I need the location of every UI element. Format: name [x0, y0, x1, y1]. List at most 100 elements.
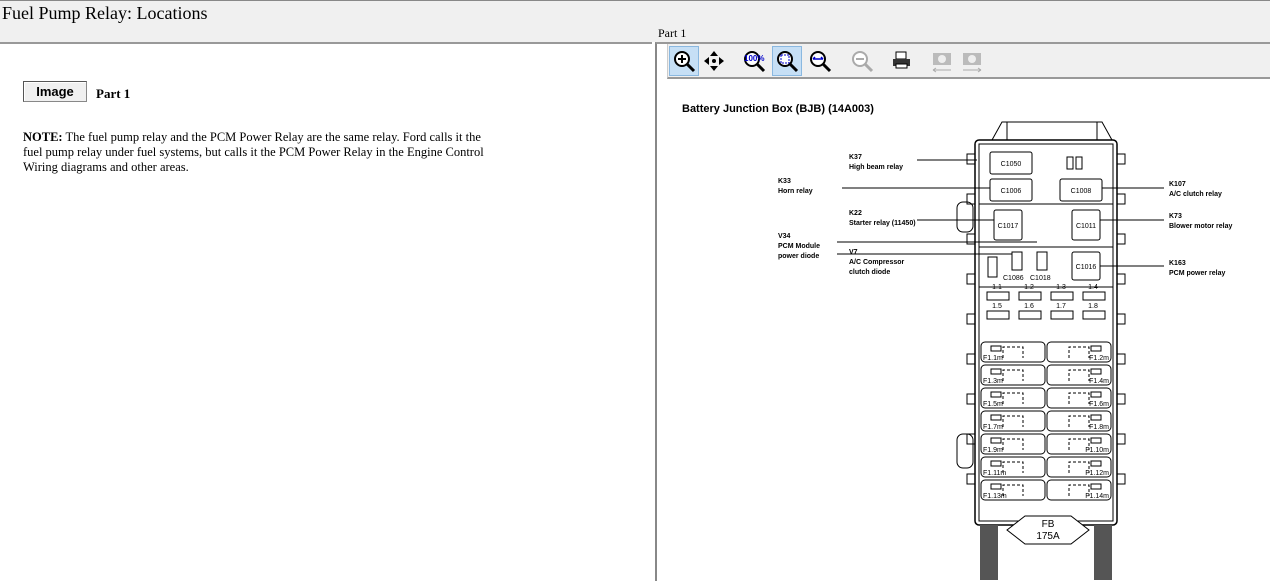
fuse-slot	[990, 368, 1002, 375]
fuse-terminal	[1068, 346, 1090, 358]
callout-desc: PCM Module	[778, 243, 820, 250]
clip	[1117, 233, 1126, 245]
clip	[966, 473, 975, 485]
maxi-fuse-label: F1.3m	[983, 378, 1003, 385]
fuse-terminal	[1002, 415, 1024, 427]
maxi-fuse-label: F1.4m	[1089, 378, 1109, 385]
callout-id-K33: K33	[778, 178, 791, 185]
image-part-link[interactable]: Part 1	[96, 86, 130, 102]
mini-fuse-1.4	[1082, 291, 1106, 301]
callout-id-K107: K107	[1169, 181, 1186, 188]
mini-fuse-label: 1.1	[992, 284, 1002, 291]
relay-slot	[987, 256, 998, 278]
diode-V7	[1011, 251, 1023, 271]
fuse-terminal	[1002, 392, 1024, 404]
maxi-fuse-label: F1.14m	[1085, 493, 1109, 500]
mini-fuse-label: 1.3	[1056, 284, 1066, 291]
fuse-slot	[990, 345, 1002, 352]
connector-label: C1016	[1076, 264, 1097, 271]
callout-desc: Horn relay	[778, 188, 813, 195]
mini-fuse-1.8	[1082, 310, 1106, 320]
fuse-slot	[990, 391, 1002, 398]
mini-fuse-1.6	[1018, 310, 1042, 320]
content-panel: Image Part 1 NOTE: The fuel pump relay a…	[0, 42, 652, 581]
clip	[1117, 433, 1126, 445]
callout-id-K163: K163	[1169, 260, 1186, 267]
callout-desc: A/C clutch relay	[1169, 191, 1222, 198]
clip	[1117, 393, 1126, 405]
fuse-slot	[1090, 368, 1102, 375]
clip	[1117, 153, 1126, 165]
box-handle	[991, 121, 1113, 141]
maxi-fuse-label: F1.11m	[983, 470, 1006, 477]
fusible-link-rating: 175A	[1036, 531, 1060, 542]
maxi-fuse-label: F1.2m	[1089, 355, 1109, 362]
maxi-fuse-label: F1.1m	[983, 355, 1003, 362]
maxi-fuse-label: F1.5m	[983, 401, 1003, 408]
fuse-terminal	[1002, 369, 1024, 381]
note-text: NOTE: The fuel pump relay and the PCM Po…	[23, 130, 503, 175]
foot	[980, 525, 998, 580]
maxi-fuse-label: F1.10m	[1085, 447, 1109, 454]
mini-fuse-label: 1.2	[1024, 284, 1034, 291]
mini-fuse-1.3	[1050, 291, 1074, 301]
fuse-terminal	[1068, 415, 1090, 427]
note-body: The fuel pump relay and the PCM Power Re…	[23, 130, 484, 174]
fuse-terminal	[1068, 392, 1090, 404]
maxi-fuse-label: F1.9m	[983, 447, 1003, 454]
diode-V34	[1036, 251, 1048, 271]
clip	[966, 313, 975, 325]
clip	[966, 353, 975, 365]
connector-label: C1006	[1001, 188, 1022, 195]
title-bar: Fuel Pump Relay: Locations Part 1	[0, 0, 1270, 42]
image-button[interactable]: Image	[23, 81, 87, 102]
maxi-fuse-label: F1.6m	[1089, 401, 1109, 408]
mini-fuse-label: 1.5	[992, 303, 1002, 310]
connector-label: C1086	[1003, 275, 1024, 282]
fuse-slot	[1090, 414, 1102, 421]
mini-fuse-label: 1.7	[1056, 303, 1066, 310]
fuse-slot	[1090, 391, 1102, 398]
callout-desc: power diode	[778, 253, 819, 260]
junction-box-diagram: Battery Junction Box (BJB) (14A003) FB175…	[682, 103, 1233, 580]
clip	[966, 153, 975, 165]
image-part-label: Part 1	[658, 26, 687, 40]
relay-slot	[1066, 156, 1074, 170]
maxi-fuse-label: F1.13m	[983, 493, 1007, 500]
fusible-link-label: FB	[1042, 519, 1055, 530]
clip	[966, 393, 975, 405]
fuse-slot	[990, 414, 1002, 421]
clip	[1117, 273, 1126, 285]
callout-desc: PCM power relay	[1169, 270, 1226, 277]
clip	[1117, 473, 1126, 485]
fuse-slot	[1090, 345, 1102, 352]
mini-fuse-1.5	[986, 310, 1010, 320]
fuse-terminal	[1002, 438, 1024, 450]
callout-desc: clutch diode	[849, 269, 890, 276]
callout-desc: A/C Compressor	[849, 259, 905, 266]
fuse-terminal	[1068, 369, 1090, 381]
page-title: Fuel Pump Relay: Locations	[2, 3, 208, 23]
connector-label: C1008	[1071, 188, 1092, 195]
callout-desc: Blower motor relay	[1169, 223, 1233, 230]
mini-fuse-label: 1.4	[1088, 284, 1098, 291]
mini-fuse-1.7	[1050, 310, 1074, 320]
mini-fuse-1.2	[1018, 291, 1042, 301]
clip	[1117, 193, 1126, 205]
fuse-slot	[990, 483, 1002, 490]
note-label: NOTE:	[23, 130, 63, 144]
connector-label: C1018	[1030, 275, 1051, 282]
relay-slot	[1075, 156, 1083, 170]
fuse-slot	[1090, 437, 1102, 444]
maxi-fuse-label: F1.8m	[1089, 424, 1109, 431]
foot	[1094, 525, 1112, 580]
maxi-fuse-label: F1.7m	[983, 424, 1003, 431]
clip	[1117, 353, 1126, 365]
fuse-slot	[990, 437, 1002, 444]
connector-label: C1011	[1076, 223, 1096, 230]
maxi-fuse-label: F1.12m	[1085, 470, 1109, 477]
mini-fuse-label: 1.8	[1088, 303, 1098, 310]
fuse-terminal	[1002, 346, 1024, 358]
clip	[1117, 313, 1126, 325]
callout-id-V34: V34	[778, 233, 791, 240]
